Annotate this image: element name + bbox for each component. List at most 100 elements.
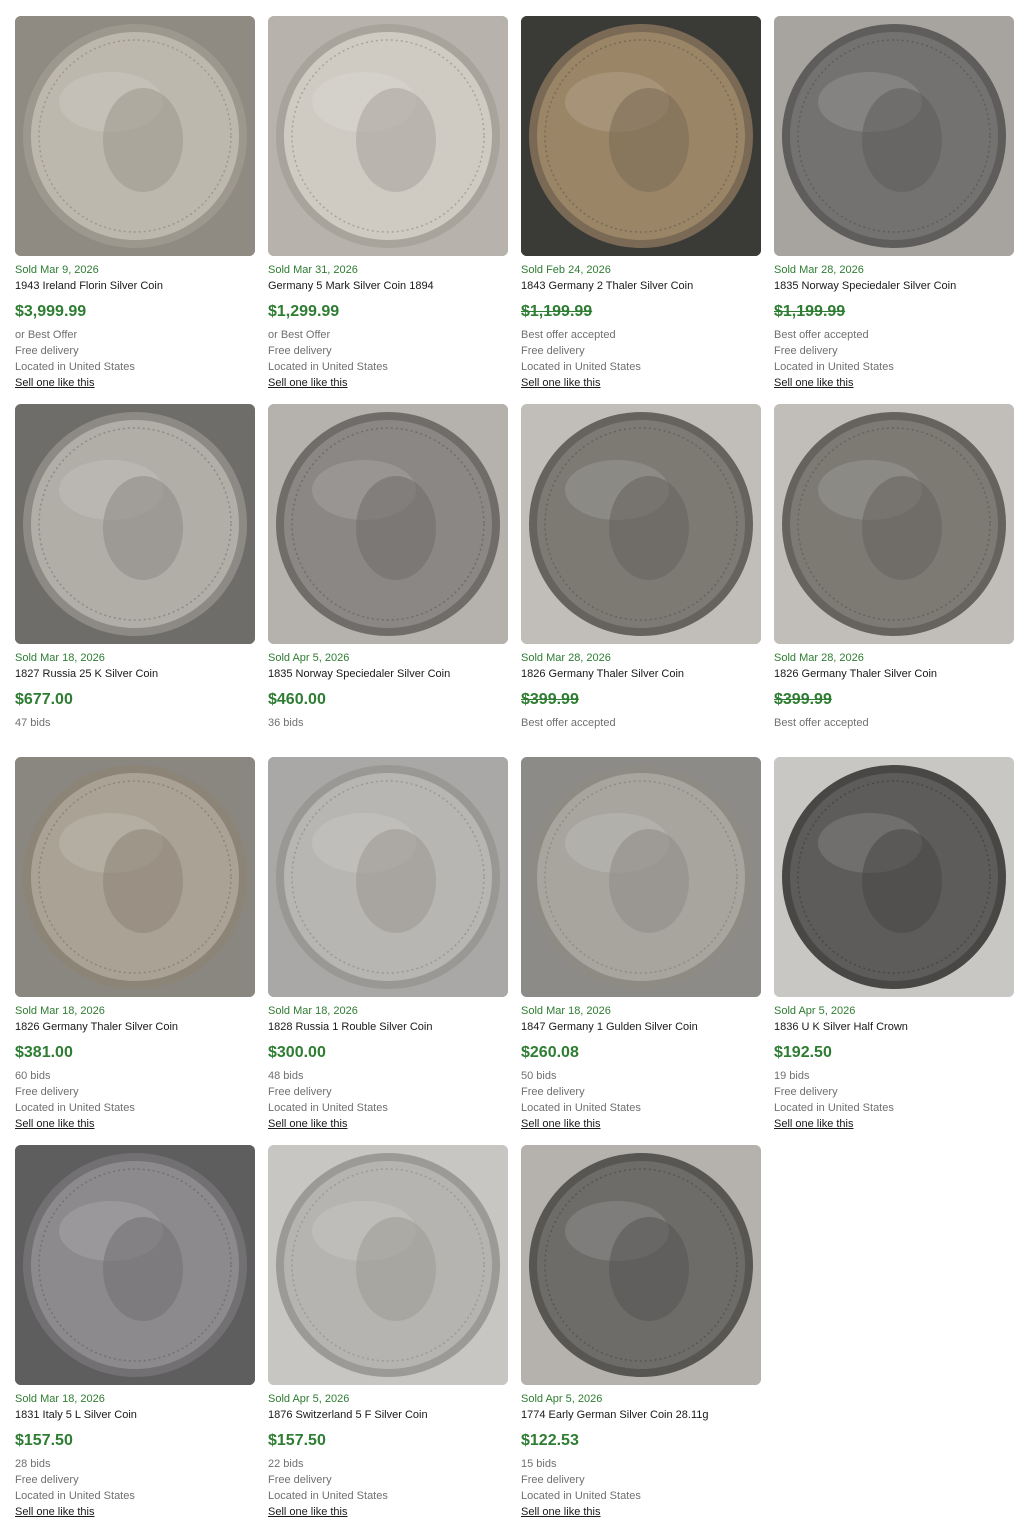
sold-price: $3,999.99	[15, 303, 87, 320]
listing-info-line: Best offer accepted	[774, 329, 869, 341]
listing-image[interactable]	[15, 757, 255, 997]
listing-title[interactable]: Germany 5 Mark Silver Coin 1894	[268, 280, 434, 292]
sold-date: Sold Apr 5, 2026	[268, 1393, 350, 1405]
listing-info-line: Free delivery	[774, 345, 838, 357]
double-portrait-coin-icon	[15, 757, 255, 997]
sell-one-like-this-link[interactable]: Sell one like this	[268, 377, 348, 389]
sell-one-like-this-link[interactable]: Sell one like this	[521, 377, 601, 389]
saxony-portrait-coin-icon	[521, 1145, 761, 1385]
sold-date: Sold Mar 18, 2026	[15, 1393, 105, 1405]
listing-info-line: Best offer accepted	[774, 717, 869, 729]
portrait-speciedaler-coin-icon	[268, 404, 508, 644]
listing-card[interactable]: Sold Mar 9, 2026 1943 Ireland Florin Silv…	[15, 16, 255, 394]
listing-card[interactable]: Sold Apr 5, 2026 1876 Switzerland 5 F Sil…	[268, 1145, 508, 1523]
listing-card[interactable]: Sold Mar 28, 2026 1835 Norway Speciedaler…	[774, 16, 1014, 394]
listing-title[interactable]: 1843 Germany 2 Thaler Silver Coin	[521, 280, 693, 292]
sold-date: Sold Mar 28, 2026	[521, 652, 611, 664]
listing-title[interactable]: 1774 Early German Silver Coin 28.11g	[521, 1409, 709, 1421]
listing-info-line: Free delivery	[268, 1474, 332, 1486]
listing-card[interactable]: Sold Mar 18, 2026 1847 Germany 1 Gulden S…	[521, 757, 761, 1135]
listing-title[interactable]: 1835 Norway Speciedaler Silver Coin	[268, 668, 450, 680]
sold-date: Sold Mar 28, 2026	[774, 264, 864, 276]
listing-title[interactable]: 1831 Italy 5 L Silver Coin	[15, 1409, 137, 1421]
sold-price: $300.00	[268, 1044, 326, 1061]
listing-card[interactable]: Sold Apr 5, 2026 1836 U K Silver Half Cro…	[774, 757, 1014, 1135]
listing-title[interactable]: 1836 U K Silver Half Crown	[774, 1021, 908, 1033]
ludwig-portrait-coin-icon	[521, 404, 761, 644]
listing-card[interactable]: Sold Mar 31, 2026 Germany 5 Mark Silver C…	[268, 16, 508, 394]
listing-image[interactable]	[15, 16, 255, 256]
listing-image[interactable]	[268, 16, 508, 256]
listing-image[interactable]	[774, 404, 1014, 644]
sell-one-like-this-link[interactable]: Sell one like this	[15, 1118, 95, 1130]
sold-price: $260.08	[521, 1044, 579, 1061]
sell-one-like-this-link[interactable]: Sell one like this	[521, 1118, 601, 1130]
listing-card[interactable]: Sold Mar 18, 2026 1828 Russia 1 Rouble Si…	[268, 757, 508, 1135]
listing-image[interactable]	[521, 1145, 761, 1385]
sold-price: $677.00	[15, 691, 73, 708]
listing-card[interactable]: Sold Mar 18, 2026 1831 Italy 5 L Silver C…	[15, 1145, 255, 1523]
listing-image[interactable]	[268, 1145, 508, 1385]
listing-info-line: Located in United States	[521, 361, 641, 373]
listing-image[interactable]	[521, 16, 761, 256]
listing-card[interactable]: Sold Apr 5, 2026 1774 Early German Silver…	[521, 1145, 761, 1523]
listing-info-line: Located in United States	[15, 1102, 135, 1114]
listing-card[interactable]: Sold Apr 5, 2026 1835 Norway Speciedaler …	[268, 404, 508, 782]
portrait-half-crown-coin-icon	[774, 757, 1014, 997]
listing-info-line: Free delivery	[268, 1086, 332, 1098]
listing-title[interactable]: 1827 Russia 25 K Silver Coin	[15, 668, 158, 680]
sold-date: Sold Apr 5, 2026	[268, 652, 350, 664]
listing-image[interactable]	[15, 1145, 255, 1385]
listing-image[interactable]	[521, 757, 761, 997]
listing-info-line: Free delivery	[521, 345, 585, 357]
listing-card[interactable]: Sold Mar 18, 2026 1827 Russia 25 K Silver…	[15, 404, 255, 782]
listing-card[interactable]: Sold Mar 28, 2026 1826 Germany Thaler Sil…	[774, 404, 1014, 782]
listing-info-line: Free delivery	[521, 1086, 585, 1098]
listing-image[interactable]	[15, 404, 255, 644]
sell-one-like-this-link[interactable]: Sell one like this	[15, 377, 95, 389]
listing-card[interactable]: Sold Feb 24, 2026 1843 Germany 2 Thaler S…	[521, 16, 761, 394]
listing-card[interactable]: Sold Mar 28, 2026 1826 Germany Thaler Sil…	[521, 404, 761, 782]
sell-one-like-this-link[interactable]: Sell one like this	[521, 1506, 601, 1518]
listing-info-line: or Best Offer	[268, 329, 331, 341]
listing-title[interactable]: 1835 Norway Speciedaler Silver Coin	[774, 280, 956, 292]
sold-price: $460.00	[268, 691, 326, 708]
listing-title[interactable]: 1943 Ireland Florin Silver Coin	[15, 280, 163, 292]
listing-image[interactable]	[774, 757, 1014, 997]
listing-image[interactable]	[268, 757, 508, 997]
listing-title[interactable]: 1826 Germany Thaler Silver Coin	[521, 668, 684, 680]
sell-one-like-this-link[interactable]: Sell one like this	[15, 1506, 95, 1518]
listing-title[interactable]: 1847 Germany 1 Gulden Silver Coin	[521, 1021, 698, 1033]
sold-price: $399.99	[521, 691, 579, 708]
listing-card[interactable]: Sold Mar 18, 2026 1826 Germany Thaler Sil…	[15, 757, 255, 1135]
listing-info-line: 15 bids	[521, 1458, 557, 1470]
sold-price: $1,199.99	[774, 303, 846, 320]
sold-price: $192.50	[774, 1044, 832, 1061]
listing-title[interactable]: 1826 Germany Thaler Silver Coin	[774, 668, 937, 680]
listing-title[interactable]: 1828 Russia 1 Rouble Silver Coin	[268, 1021, 432, 1033]
listing-info-line: Free delivery	[521, 1474, 585, 1486]
listing-title[interactable]: 1826 Germany Thaler Silver Coin	[15, 1021, 178, 1033]
sold-date: Sold Apr 5, 2026	[774, 1005, 856, 1017]
listing-info-line: Located in United States	[268, 1102, 388, 1114]
listing-image[interactable]	[774, 16, 1014, 256]
listing-info-line: 22 bids	[268, 1458, 304, 1470]
sell-one-like-this-link[interactable]: Sell one like this	[774, 1118, 854, 1130]
listing-info-line: 50 bids	[521, 1070, 557, 1082]
sell-one-like-this-link[interactable]: Sell one like this	[774, 377, 854, 389]
sold-date: Sold Apr 5, 2026	[521, 1393, 603, 1405]
listing-info-line: or Best Offer	[15, 329, 78, 341]
listing-title[interactable]: 1876 Switzerland 5 F Silver Coin	[268, 1409, 428, 1421]
listing-info-line: Located in United States	[15, 1490, 135, 1502]
listing-image[interactable]	[268, 404, 508, 644]
listing-info-line: 36 bids	[268, 717, 304, 729]
listing-info-line: Located in United States	[774, 1102, 894, 1114]
sold-date: Sold Feb 24, 2026	[521, 264, 611, 276]
listing-image[interactable]	[521, 404, 761, 644]
listing-info-line: Located in United States	[15, 361, 135, 373]
listing-info-line: Located in United States	[268, 361, 388, 373]
listing-info-line: Located in United States	[268, 1490, 388, 1502]
sell-one-like-this-link[interactable]: Sell one like this	[268, 1118, 348, 1130]
sell-one-like-this-link[interactable]: Sell one like this	[268, 1506, 348, 1518]
bird-of-paradise-coin-icon	[268, 16, 508, 256]
